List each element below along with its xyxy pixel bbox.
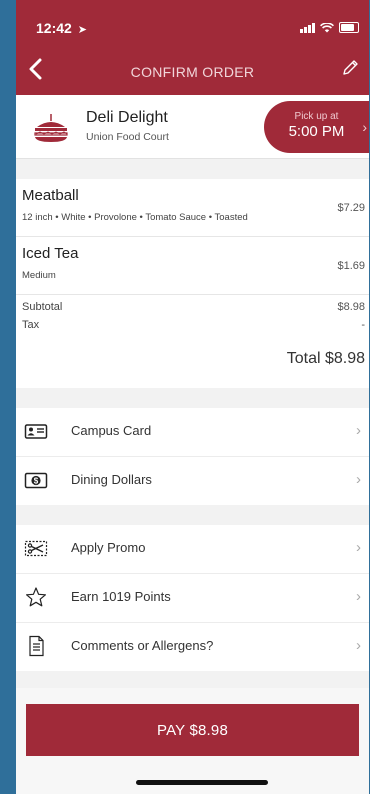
item-price: $7.29	[337, 202, 365, 214]
chevron-right-icon: ›	[356, 422, 361, 439]
status-time: 12:42 ➤	[36, 20, 87, 36]
pickup-time-button[interactable]: Pick up at 5:00 PM ›	[264, 101, 369, 153]
wifi-icon	[320, 23, 334, 33]
order-item[interactable]: Meatball 12 inch • White • Provolone • T…	[16, 179, 369, 236]
home-indicator	[136, 780, 268, 785]
row-label: Dining Dollars	[71, 472, 152, 487]
id-card-icon	[24, 424, 48, 439]
dollar-icon: $	[24, 472, 48, 489]
chevron-right-icon: ›	[356, 588, 361, 605]
payment-dining-dollars[interactable]: $ Dining Dollars ›	[16, 456, 369, 505]
time-text: 12:42	[36, 20, 72, 36]
subtotal-row: Subtotal $8.98	[22, 301, 365, 313]
chevron-right-icon: ›	[362, 119, 367, 135]
payment-methods: Campus Card › $ Dining Dollars ›	[16, 408, 369, 505]
tax-value: -	[361, 319, 365, 331]
pickup-time: 5:00 PM	[288, 123, 345, 140]
item-name: Iced Tea	[22, 245, 79, 262]
battery-icon	[339, 22, 359, 33]
location-arrow-icon: ➤	[77, 24, 87, 36]
header: 12:42 ➤ CONFIRM ORDER	[16, 0, 369, 95]
item-name: Meatball	[22, 187, 79, 204]
status-bar: 12:42 ➤	[16, 0, 369, 40]
payment-campus-card[interactable]: Campus Card ›	[16, 408, 369, 456]
subtotal-label: Subtotal	[22, 301, 63, 313]
order-item[interactable]: Iced Tea Medium $1.69	[16, 236, 369, 294]
chevron-right-icon: ›	[356, 637, 361, 654]
item-options: 12 inch • White • Provolone • Tomato Sau…	[22, 212, 248, 223]
svg-text:$: $	[34, 477, 39, 486]
row-label: Comments or Allergens?	[71, 638, 214, 653]
vendor-location: Union Food Court	[86, 131, 169, 143]
scissors-icon	[24, 540, 48, 557]
navbar: CONFIRM ORDER	[16, 55, 369, 87]
status-icons	[300, 22, 359, 33]
order-total: Total $8.98	[286, 350, 365, 367]
tax-label: Tax	[22, 319, 40, 331]
chevron-right-icon: ›	[356, 471, 361, 488]
document-icon	[29, 635, 44, 657]
row-label: Apply Promo	[71, 540, 146, 555]
comments-row[interactable]: Comments or Allergens? ›	[16, 622, 369, 671]
page-title: CONFIRM ORDER	[130, 64, 255, 80]
phone-screen: 12:42 ➤ CONFIRM ORDER Deli Delight Union…	[16, 0, 369, 794]
vendor-name: Deli Delight	[86, 109, 168, 126]
order-extras: Apply Promo › Earn 1019 Points › Comment…	[16, 525, 369, 671]
item-options: Medium	[22, 270, 56, 281]
row-label: Campus Card	[71, 423, 152, 438]
earn-points-row[interactable]: Earn 1019 Points ›	[16, 573, 369, 622]
order-summary: Subtotal $8.98 Tax - Total $8.98	[16, 294, 369, 388]
pay-area: PAY $8.98	[16, 688, 369, 794]
subtotal-value: $8.98	[337, 301, 365, 313]
pickup-label: Pick up at	[294, 111, 339, 122]
chevron-right-icon: ›	[356, 539, 361, 556]
star-icon	[26, 587, 46, 607]
tax-row: Tax -	[22, 319, 365, 331]
vendor-card: Deli Delight Union Food Court Pick up at…	[16, 95, 369, 159]
row-label: Earn 1019 Points	[71, 589, 171, 604]
apply-promo-row[interactable]: Apply Promo ›	[16, 525, 369, 573]
signal-icon	[300, 23, 315, 33]
pencil-icon[interactable]	[341, 59, 359, 77]
order-items: Meatball 12 inch • White • Provolone • T…	[16, 179, 369, 388]
item-price: $1.69	[337, 260, 365, 272]
pay-button[interactable]: PAY $8.98	[26, 704, 359, 756]
sandwich-icon	[34, 114, 68, 142]
